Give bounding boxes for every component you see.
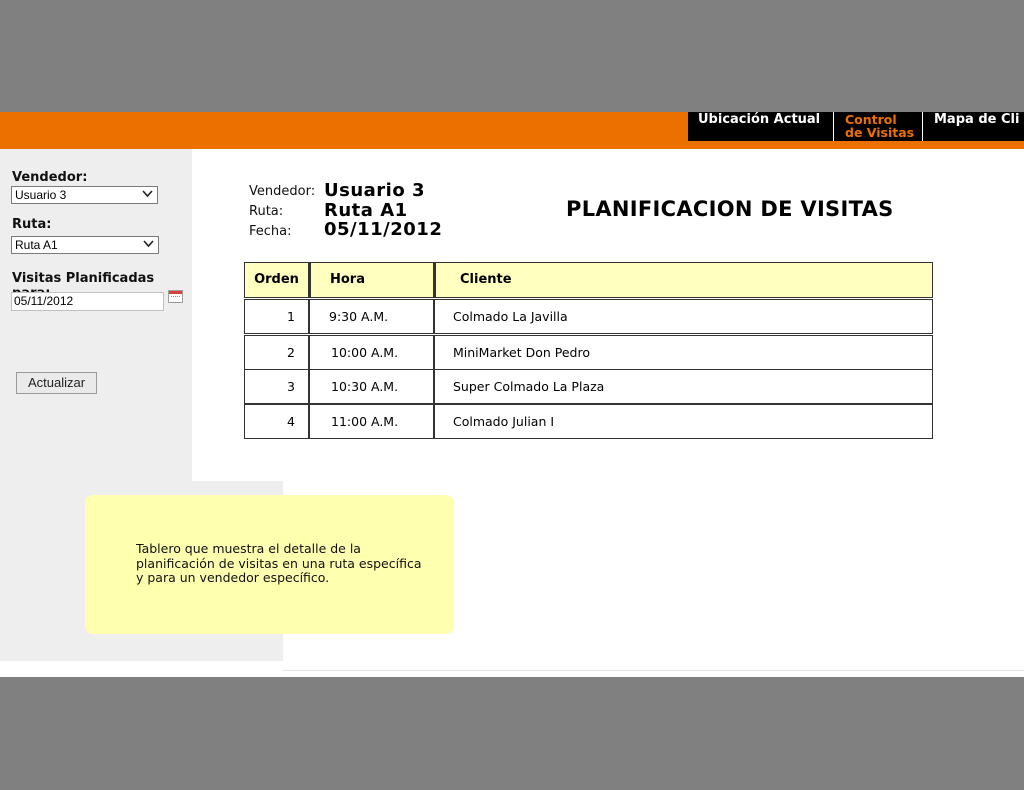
table-row: 1 9:30 A.M. Colmado La Javilla — [244, 299, 933, 334]
fecha-meta-label: Fecha: — [249, 224, 292, 239]
cell-cliente: Super Colmado La Plaza — [453, 379, 605, 394]
cell-hora: 9:30 A.M. — [329, 309, 389, 324]
nav-ubicacion-actual[interactable]: Ubicación Actual — [688, 112, 833, 141]
description-text: Tablero que muestra el detalle de la pla… — [136, 541, 422, 585]
column-divider — [433, 405, 435, 438]
cell-orden: 2 — [287, 345, 295, 360]
cell-orden: 4 — [287, 414, 295, 429]
page-title: PLANIFICACION DE VISITAS — [566, 197, 894, 221]
table-row: 4 11:00 A.M. Colmado Julian I — [244, 404, 933, 439]
nav-label-line2: de Visitas — [845, 125, 915, 140]
nav-control-visitas[interactable]: Control de Visitas — [833, 112, 922, 141]
calendar-icon[interactable] — [168, 290, 183, 303]
column-divider — [308, 405, 310, 438]
ruta-select-value: Ruta A1 — [15, 238, 58, 252]
column-divider — [433, 336, 435, 369]
fecha-meta-value: 05/11/2012 — [324, 219, 443, 240]
top-bar: Ubicación Actual Control de Visitas Mapa… — [0, 112, 1024, 149]
chevron-down-icon — [142, 188, 153, 204]
cell-hora: 11:00 A.M. — [331, 414, 399, 429]
ruta-select[interactable]: Ruta A1 — [11, 236, 159, 254]
description-note: Tablero que muestra el detalle de la pla… — [85, 495, 454, 634]
column-header-orden: Orden — [244, 262, 309, 298]
vendedor-select-value: Usuario 3 — [15, 188, 67, 202]
table-row: 2 10:00 A.M. MiniMarket Don Pedro — [244, 335, 933, 370]
actualizar-button[interactable]: Actualizar — [16, 372, 97, 394]
column-divider — [433, 370, 435, 403]
ruta-label: Ruta: — [12, 217, 52, 232]
column-divider — [308, 370, 310, 403]
column-divider — [308, 336, 310, 369]
nav-label: Mapa de Cli — [934, 112, 1020, 127]
table-row: 3 10:30 A.M. Super Colmado La Plaza — [244, 369, 933, 404]
nav-mapa-clientes[interactable]: Mapa de Cli — [922, 112, 1024, 141]
ruta-meta-value: Ruta A1 — [324, 200, 408, 221]
ruta-meta-label: Ruta: — [249, 204, 284, 219]
column-divider — [433, 300, 435, 333]
cell-hora: 10:30 A.M. — [331, 379, 399, 394]
chevron-down-icon — [143, 238, 154, 254]
vendedor-label: Vendedor: — [12, 170, 88, 185]
app-window: Ubicación Actual Control de Visitas Mapa… — [0, 112, 1024, 677]
vendedor-select[interactable]: Usuario 3 — [11, 186, 158, 204]
fecha-input[interactable]: 05/11/2012 — [11, 292, 164, 311]
cell-orden: 1 — [287, 309, 295, 324]
nav-label: Ubicación Actual — [698, 112, 821, 127]
cell-orden: 3 — [287, 379, 295, 394]
cell-cliente: MiniMarket Don Pedro — [453, 345, 590, 360]
column-header-cliente: Cliente — [434, 262, 933, 298]
filter-sidebar: Vendedor: Usuario 3 Ruta: Ruta A1 Visita… — [0, 149, 192, 481]
divider — [283, 670, 1024, 671]
cell-cliente: Colmado La Javilla — [453, 309, 568, 324]
cell-hora: 10:00 A.M. — [331, 345, 399, 360]
vendedor-meta-label: Vendedor: — [249, 184, 316, 199]
column-header-hora: Hora — [309, 262, 434, 298]
column-divider — [308, 300, 310, 333]
vendedor-meta-value: Usuario 3 — [324, 180, 425, 201]
cell-cliente: Colmado Julian I — [453, 414, 555, 429]
